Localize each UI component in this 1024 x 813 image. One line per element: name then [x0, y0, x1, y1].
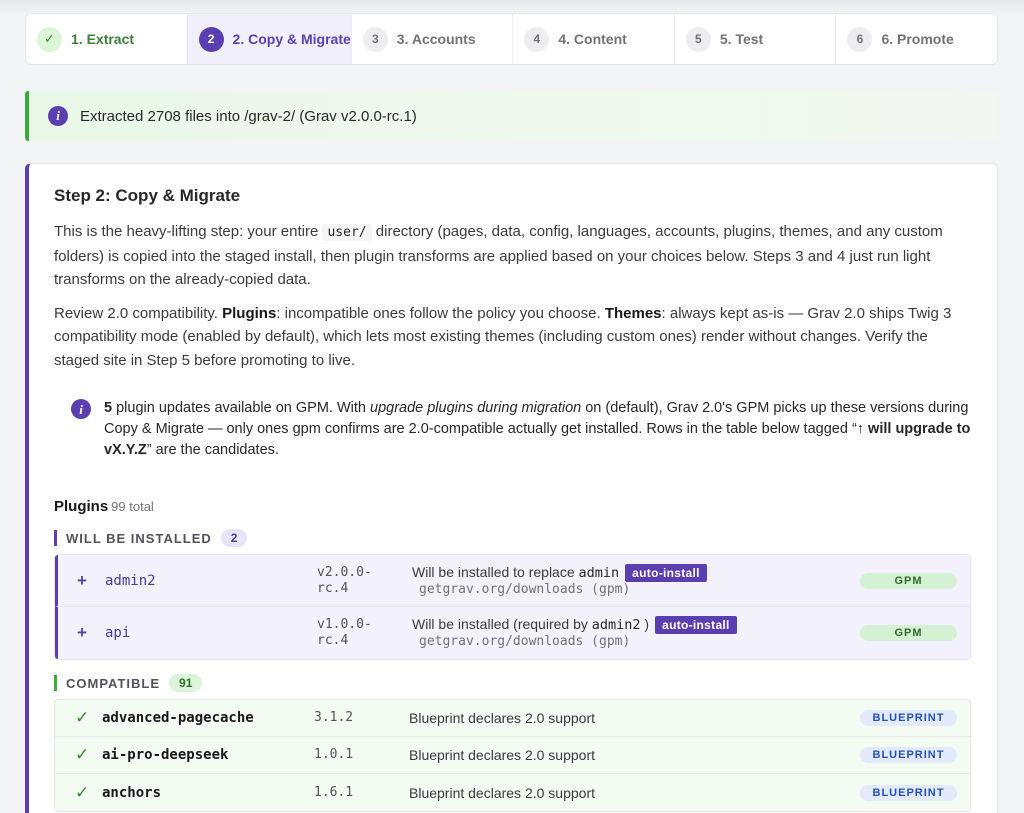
step-label: 4. Content: [558, 31, 627, 47]
step-number: 4: [524, 26, 550, 52]
plugin-source: getgrav.org/downloads (gpm): [419, 634, 631, 649]
step-promote[interactable]: 6 6. Promote: [836, 14, 997, 64]
replaced-plugin: admin: [578, 564, 620, 581]
plugin-name: anchors: [102, 784, 162, 801]
compat-text-plugins: : incompatible ones follow the policy yo…: [276, 304, 605, 322]
plugin-version: 1.6.1: [314, 784, 354, 800]
step-content[interactable]: 4 4. Content: [513, 14, 675, 64]
step-test[interactable]: 5 5. Test: [675, 14, 837, 64]
plugin-version: 1.0.1: [314, 747, 354, 762]
user-dir-code: user/: [322, 224, 372, 241]
group-label: WILL BE INSTALLED: [66, 530, 212, 546]
migration-stepper: ✓ 1. Extract 2 2. Copy & Migrate 3 3. Ac…: [25, 13, 998, 65]
step-label: 1. Extract: [71, 31, 135, 47]
plugin-name: api: [105, 625, 131, 641]
auto-install-tag: auto-install: [655, 616, 737, 634]
status-text-end: ): [644, 616, 650, 632]
compat-paragraph: Review 2.0 compatibility. Plugins: incom…: [54, 302, 971, 373]
plugins-total: 99 total: [111, 499, 154, 514]
step-label: 3. Accounts: [396, 31, 476, 47]
plugin-status: Will be installed (required by admin2 ) a…: [412, 616, 737, 650]
required-by-plugin: admin2: [591, 617, 641, 633]
plugin-status: Blueprint declares 2.0 support: [409, 747, 595, 763]
step-copy-migrate[interactable]: 2 2. Copy & Migrate: [187, 14, 352, 64]
top-shadow: [0, 0, 1024, 14]
notice-text: Extracted 2708 files into /grav-2/ (Grav…: [80, 107, 417, 125]
extract-notice: i Extracted 2708 files into /grav-2/ (Gr…: [25, 91, 998, 141]
plus-icon: +: [77, 570, 87, 590]
status-text: Will be installed (required by: [412, 616, 592, 632]
table-row[interactable]: + admin2 v2.0.0-rc.4 Will be installed t…: [55, 555, 970, 607]
step-number: 3: [362, 26, 388, 52]
plugin-status: Blueprint declares 2.0 support: [409, 710, 595, 726]
status-text: Will be installed to replace: [412, 563, 579, 580]
plugin-name: ai-pro-deepseek: [102, 747, 229, 763]
update-count: 5: [104, 400, 113, 416]
step-label: 5. Test: [719, 31, 764, 47]
check-icon: ✓: [37, 26, 62, 52]
step-extract[interactable]: ✓ 1. Extract: [26, 14, 188, 64]
group-compatible: COMPATIBLE 91: [54, 674, 971, 692]
plugin-name: advanced-pagecache: [102, 710, 254, 726]
plugin-name: admin2: [105, 572, 156, 589]
step-number: 6: [847, 26, 873, 52]
step-label: 2. Copy & Migrate: [232, 31, 351, 47]
table-row[interactable]: ✓ advanced-pagecache 3.1.2 Blueprint dec…: [55, 700, 970, 737]
card-title: Step 2: Copy & Migrate: [54, 186, 241, 205]
table-row[interactable]: + api v1.0.0-rc.4 Will be installed (req…: [55, 607, 970, 659]
plugins-term: Plugins: [222, 304, 277, 322]
plugin-version: v1.0.0-rc.4: [317, 617, 372, 648]
group-count-badge: 91: [169, 674, 203, 692]
group-count-badge: 2: [220, 529, 248, 547]
source-badge: BLUEPRINT: [860, 710, 957, 726]
callout-text: 5 plugin updates available on GPM. With …: [104, 398, 971, 461]
gpm-updates-callout: i 5 plugin updates available on GPM. Wit…: [71, 398, 971, 461]
intro-paragraph: This is the heavy-lifting step: your ent…: [54, 220, 971, 292]
source-badge: GPM: [860, 572, 957, 589]
group-will-be-installed: WILL BE INSTALLED 2: [54, 529, 971, 547]
intro-text: This is the heavy-lifting step: your ent…: [54, 223, 323, 240]
step-accounts[interactable]: 3 3. Accounts: [352, 14, 514, 64]
source-badge: GPM: [860, 625, 957, 641]
auto-install-tag: auto-install: [625, 563, 707, 582]
info-icon: i: [71, 399, 91, 419]
table-row[interactable]: ✓ ai-pro-deepseek 1.0.1 Blueprint declar…: [55, 737, 970, 774]
callout-text-a: plugin updates available on GPM. With: [112, 400, 370, 416]
step-number: 5: [685, 26, 711, 52]
check-icon: ✓: [75, 782, 90, 802]
source-badge: BLUEPRINT: [860, 784, 957, 801]
plus-icon: +: [77, 623, 87, 642]
check-icon: ✓: [75, 745, 90, 764]
group-label: COMPATIBLE: [66, 675, 161, 691]
plugin-version: 3.1.2: [314, 710, 354, 725]
info-icon: i: [48, 106, 68, 126]
callout-option: upgrade plugins during migration: [370, 400, 582, 416]
plugin-status: Blueprint declares 2.0 support: [409, 784, 595, 801]
step-number: 2: [198, 26, 224, 52]
callout-text-c: ” are the candidates.: [146, 442, 279, 458]
check-icon: ✓: [75, 708, 90, 727]
plugin-status: Will be installed to replace admin auto-i…: [412, 563, 707, 598]
table-row[interactable]: ✓ anchors 1.6.1 Blueprint declares 2.0 s…: [55, 774, 970, 811]
themes-term: Themes: [604, 304, 662, 322]
compat-text: Review 2.0 compatibility.: [54, 304, 223, 322]
plugins-heading: Plugins 99 total: [54, 498, 971, 515]
step-label: 6. Promote: [881, 31, 954, 47]
plugin-version: v2.0.0-rc.4: [317, 564, 372, 596]
plugin-source: getgrav.org/downloads (gpm): [419, 581, 631, 597]
source-badge: BLUEPRINT: [860, 747, 957, 763]
install-table: + admin2 v2.0.0-rc.4 Will be installed t…: [54, 554, 971, 660]
copy-migrate-card: Step 2: Copy & Migrate This is the heavy…: [25, 163, 998, 813]
compatible-table: ✓ advanced-pagecache 3.1.2 Blueprint dec…: [54, 699, 971, 812]
plugins-title: Plugins: [54, 498, 109, 515]
